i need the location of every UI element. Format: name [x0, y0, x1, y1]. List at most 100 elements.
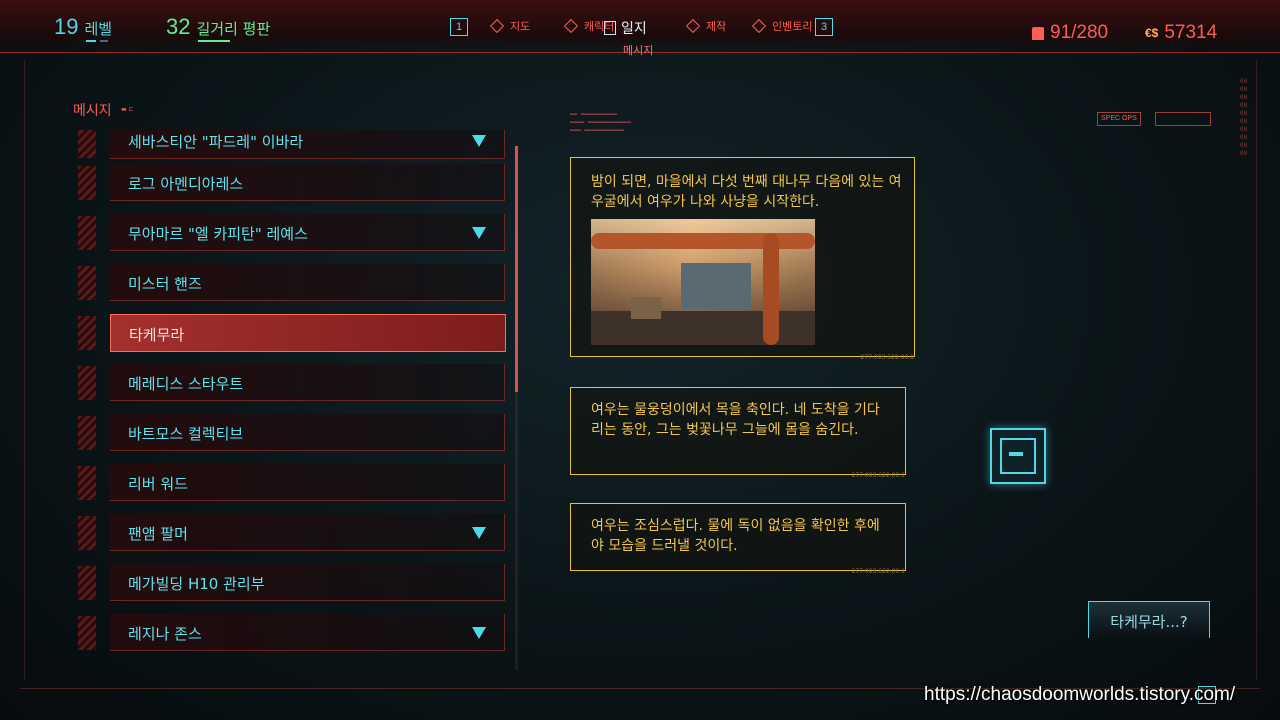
list-item[interactable]: 레지나 존스	[78, 614, 508, 652]
spec-ops-code-box	[1155, 112, 1211, 126]
typing-indicator-dash	[1009, 452, 1023, 456]
top-bar: 19 레벨 32 길거리 평판 1 지도 캐릭터 일지 메시지 제작 인벤토리 …	[0, 0, 1280, 57]
tab-inventory[interactable]: 인벤토리	[751, 18, 812, 34]
contact-name: 타케무라	[129, 326, 185, 344]
list-item[interactable]: 무아마르 "엘 카피탄" 레예스	[78, 214, 508, 252]
tab-journal-label: 일지	[621, 21, 647, 37]
list-item[interactable]: 세바스티안 "파드레" 이바라	[78, 130, 508, 160]
list-item[interactable]: 바트모스 컬렉티브	[78, 414, 508, 452]
row-stripe	[78, 516, 96, 550]
list-item-selected[interactable]: 타케무라	[78, 314, 508, 352]
typing-indicator-icon	[990, 428, 1046, 484]
contact-item[interactable]: 리버 워드	[110, 464, 505, 501]
side-code-decoration: 00 00 00 00 00 00 00 00 00 00	[1240, 78, 1248, 157]
level-progress-track	[100, 40, 108, 42]
street-cred-stat: 32 길거리 평판	[166, 14, 270, 40]
tab-journal-subtitle: 메시지	[623, 44, 654, 57]
typing-indicator-inner	[1000, 438, 1036, 474]
journal-icon	[604, 21, 616, 35]
list-item[interactable]: 메가빌딩 H10 관리부	[78, 564, 508, 602]
message-tag: 277.093.622.00.1	[851, 568, 905, 575]
contact-item[interactable]: 무아마르 "엘 카피탄" 레예스	[110, 214, 505, 251]
new-message-arrow-icon	[472, 227, 486, 239]
header-code-decoration: ▬▬ ▬▬▬▬▬▬▬▬▬▬ ▬▬▬▬ ▬▬▬▬▬▬▬▬▬▬▬▬ ▬▬▬ ▬▬▬▬▬▬…	[570, 110, 632, 133]
contact-name: 메레디스 스타우트	[128, 375, 244, 393]
list-item[interactable]: 메레디스 스타우트	[78, 364, 508, 402]
contact-item[interactable]: 세바스티안 "파드레" 이바라	[110, 130, 505, 159]
contact-name: 팬앰 팔머	[128, 525, 188, 543]
list-item[interactable]: 로그 아멘디아레스	[78, 164, 508, 202]
contact-name: 메가빌딩 H10 관리부	[128, 575, 265, 593]
weight-bag-icon	[1032, 26, 1044, 40]
contact-item[interactable]: 메레디스 스타우트	[110, 364, 505, 401]
right-frame-decoration	[1256, 60, 1277, 680]
carry-weight-value: 91/280	[1050, 22, 1109, 43]
level-value: 19	[54, 14, 79, 39]
tab-crafting[interactable]: 제작	[685, 18, 727, 34]
character-icon	[563, 18, 579, 34]
contact-list[interactable]: 세바스티안 "파드레" 이바라 로그 아멘디아레스 무아마르 "엘 카피탄" 레…	[78, 130, 518, 670]
crafting-icon	[685, 18, 701, 34]
next-tab-key-icon[interactable]: 3	[815, 18, 833, 36]
tab-map-label: 지도	[510, 20, 531, 33]
row-stripe	[78, 466, 96, 500]
eurodollars: €$ 57314	[1145, 22, 1217, 44]
row-stripe	[78, 366, 96, 400]
reply-option-button[interactable]: 타케무라...?	[1088, 601, 1210, 638]
contact-name: 무아마르 "엘 카피탄" 레예스	[128, 225, 308, 243]
tab-map[interactable]: 지도	[489, 18, 531, 34]
tab-journal[interactable]: 일지	[604, 18, 647, 38]
scrollbar-thumb[interactable]	[515, 146, 518, 392]
contact-name: 리버 워드	[128, 475, 188, 493]
messages-title: 메시지	[73, 103, 112, 119]
map-diamond-icon	[489, 18, 505, 34]
inventory-icon	[751, 18, 767, 34]
message-bubble: 여우는 물웅덩이에서 목을 축인다. 네 도착을 기다리는 동안, 그는 벚꽃나…	[570, 387, 906, 479]
contact-item-selected[interactable]: 타케무라	[110, 314, 506, 352]
photo-crate	[631, 297, 661, 319]
photo-pipe-vertical	[763, 233, 779, 345]
contact-item[interactable]: 팬앰 팔머	[110, 514, 505, 551]
carry-weight: 91/280	[1032, 22, 1108, 44]
contact-item[interactable]: 레지나 존스	[110, 614, 505, 651]
row-stripe	[78, 616, 96, 650]
row-stripe	[78, 416, 96, 450]
list-item[interactable]: 팬앰 팔머	[78, 514, 508, 552]
contact-item[interactable]: 메가빌딩 H10 관리부	[110, 564, 505, 601]
prev-tab-key-icon[interactable]: 1	[450, 18, 468, 36]
level-progress	[86, 40, 96, 42]
photo-ground	[591, 311, 815, 345]
contact-name: 레지나 존스	[128, 625, 202, 643]
watermark-text: https://chaosdoomworlds.tistory.com/	[924, 684, 1236, 705]
street-cred-value: 32	[166, 14, 191, 39]
new-message-arrow-icon	[472, 627, 486, 639]
contact-name: 세바스티안 "파드레" 이바라	[128, 133, 304, 151]
list-item[interactable]: 리버 워드	[78, 464, 508, 502]
spec-ops-label: SPEC OPS	[1097, 112, 1141, 126]
message-tag: 277.093.622.00.1	[860, 354, 914, 361]
scrollbar-track[interactable]	[515, 392, 518, 670]
level-stat: 19 레벨	[54, 14, 112, 40]
street-cred-label: 길거리 평판	[196, 20, 271, 38]
row-stripe	[78, 166, 96, 200]
row-stripe	[78, 266, 96, 300]
message-bubble: 밤이 되면, 마을에서 다섯 번째 대나무 다음에 있는 여우굴에서 여우가 나…	[570, 157, 915, 361]
messages-title-decoration: ▬ ⊏	[121, 106, 134, 113]
contact-item[interactable]: 바트모스 컬렉티브	[110, 414, 505, 451]
photo-pipe	[591, 233, 815, 249]
left-frame-decoration	[4, 60, 25, 680]
eurodollars-value: 57314	[1164, 22, 1218, 43]
message-bubble: 여우는 조심스럽다. 물에 독이 없음을 확인한 후에야 모습을 드러낼 것이다…	[570, 503, 906, 575]
message-text: 여우는 물웅덩이에서 목을 축인다. 네 도착을 기다리는 동안, 그는 벚꽃나…	[591, 402, 880, 438]
contact-name: 로그 아멘디아레스	[128, 175, 244, 193]
contact-item[interactable]: 로그 아멘디아레스	[110, 164, 505, 201]
contact-name: 미스터 핸즈	[128, 275, 202, 293]
message-tag: 277.093.622.00.1	[851, 472, 905, 479]
message-photo[interactable]	[591, 219, 815, 345]
message-text: 밤이 되면, 마을에서 다섯 번째 대나무 다음에 있는 여우굴에서 여우가 나…	[591, 174, 902, 210]
level-label: 레벨	[84, 20, 113, 38]
new-message-arrow-icon	[472, 135, 486, 147]
tab-crafting-label: 제작	[706, 20, 727, 33]
contact-item[interactable]: 미스터 핸즈	[110, 264, 505, 301]
list-item[interactable]: 미스터 핸즈	[78, 264, 508, 302]
